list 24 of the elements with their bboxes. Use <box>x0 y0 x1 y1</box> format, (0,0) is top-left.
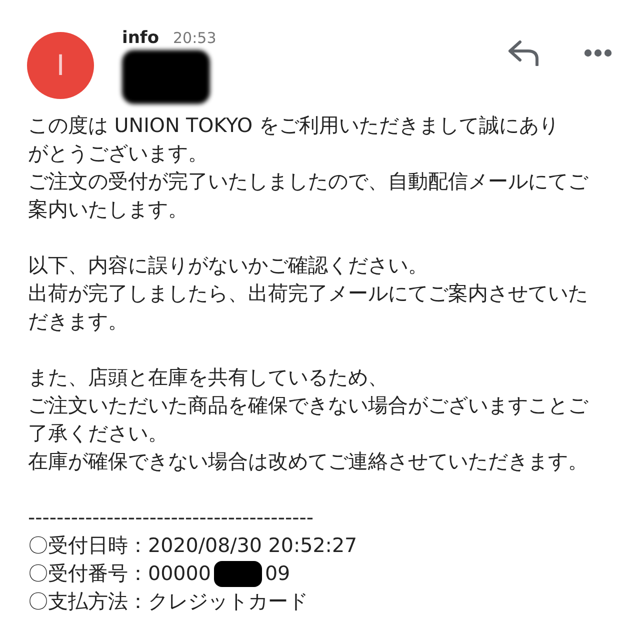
separator-text: ---------------------------------------- <box>28 505 315 531</box>
body-text: 以下、内容に誤りがないかご確認ください。 <box>28 253 429 279</box>
reply-icon[interactable] <box>508 40 540 66</box>
body-text: この度は UNION TOKYO をご利用いただきまして誠にあり <box>28 113 560 139</box>
field-label: 〇受付番号： <box>28 561 148 587</box>
field-value: クレジットカード <box>148 589 308 615</box>
body-text: また、店頭と在庫を共有しているため、 <box>28 365 389 391</box>
body-text: 了承ください。 <box>28 421 169 447</box>
body-text: ご注文の受付が完了いたしましたので、自動配信メールにてご <box>28 169 590 195</box>
body-text: 在庫が確保できない場合は改めてご連絡させていただきます。 <box>28 449 589 475</box>
timestamp: 20:53 <box>173 29 216 47</box>
field-label: 〇受付日時： <box>28 533 148 559</box>
body-text: だきます。 <box>28 309 129 335</box>
body-text: 案内いたします。 <box>28 197 189 223</box>
field-value: 09 <box>264 561 290 587</box>
field-label: 〇支払方法： <box>28 589 148 615</box>
body-text: 出荷が完了しましたら、出荷完了メールにてご案内させていた <box>28 281 589 307</box>
more-icon[interactable] <box>584 49 612 57</box>
avatar: I <box>27 32 94 99</box>
sender-name: info <box>122 28 160 48</box>
body-text: がとうございます。 <box>28 141 209 167</box>
field-value: 00000 <box>148 561 211 587</box>
body-text: ご注文いただいた商品を確保できない場合がございますことご <box>28 393 590 419</box>
field-value: 2020/08/30 20:52:27 <box>148 533 358 559</box>
